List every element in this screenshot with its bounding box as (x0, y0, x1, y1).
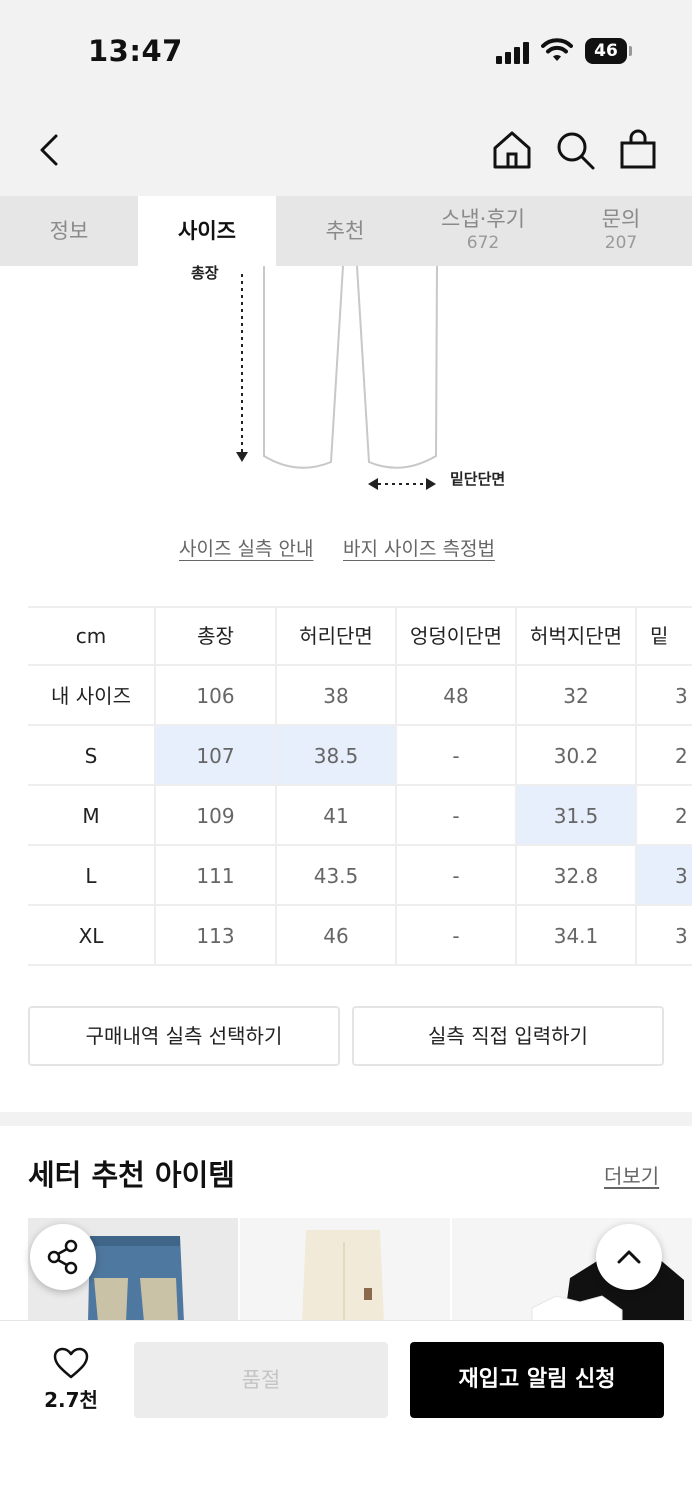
hem-width-label: 밑단단면 (450, 470, 506, 488)
size-table: cm 총장 허리단면 엉덩이단면 허벅지단면 밑 내 사이즈 106 38 48… (28, 606, 692, 966)
table-cell: 113 (156, 906, 277, 966)
table-cell: 32 (517, 666, 637, 726)
tab-inquiry[interactable]: 문의 207 (552, 196, 690, 266)
back-icon[interactable] (28, 128, 72, 172)
table-cell: 34.1 (517, 906, 637, 966)
table-cell: - (397, 726, 517, 786)
manual-measure-input-button[interactable]: 실측 직접 입력하기 (352, 1006, 664, 1066)
chevron-up-icon (617, 1250, 641, 1264)
tab-snap-review-label: 스냅·후기 (441, 207, 525, 231)
row-label-s: S (28, 726, 156, 786)
tab-info[interactable]: 정보 (0, 196, 138, 266)
heart-icon[interactable] (52, 1346, 90, 1380)
table-cell: 111 (156, 846, 277, 906)
battery-tip (629, 46, 632, 56)
column-header: 총장 (156, 606, 277, 666)
tab-size[interactable]: 사이즈 (138, 196, 276, 266)
cellular-signal-icon (496, 40, 532, 64)
recommend-section-title: 세터 추천 아이템 (28, 1158, 235, 1192)
table-cell: 41 (277, 786, 397, 846)
table-cell-highlight: 38.5 (277, 726, 397, 786)
tab-snap-review-count: 672 (466, 233, 500, 253)
row-label-xl: XL (28, 906, 156, 966)
cream-pants-image (240, 1218, 450, 1322)
status-time: 13:47 (88, 34, 183, 68)
total-length-label: 총장 (191, 264, 219, 282)
table-cell: - (397, 846, 517, 906)
battery-icon: 46 (585, 38, 627, 64)
search-icon[interactable] (553, 128, 597, 172)
scroll-top-button[interactable] (596, 1224, 662, 1290)
tab-inquiry-label: 문의 (601, 207, 641, 231)
table-cell: 32.8 (517, 846, 637, 906)
column-header: 엉덩이단면 (397, 606, 517, 666)
row-label-my-size: 내 사이즈 (28, 666, 156, 726)
table-cell: 46 (277, 906, 397, 966)
shopping-bag-icon[interactable] (616, 128, 660, 172)
table-cell: 109 (156, 786, 277, 846)
product-thumbnail[interactable] (240, 1218, 450, 1322)
tab-snap-review[interactable]: 스냅·후기 672 (414, 196, 552, 266)
column-header: 밑 (637, 606, 692, 666)
table-cell: - (397, 786, 517, 846)
table-cell: 48 (397, 666, 517, 726)
product-tabs: 정보 사이즈 추천 스냅·후기 672 문의 207 (0, 196, 692, 266)
tab-recommend[interactable]: 추천 (276, 196, 414, 266)
purchase-history-measure-button[interactable]: 구매내역 실측 선택하기 (28, 1006, 340, 1066)
table-cell: 2 (637, 786, 692, 846)
size-guide-link[interactable]: 사이즈 실측 안내 (179, 534, 313, 561)
share-button[interactable] (30, 1224, 96, 1290)
row-label-l: L (28, 846, 156, 906)
row-label-m: M (28, 786, 156, 846)
column-header: 허벅지단면 (517, 606, 637, 666)
table-cell: 106 (156, 666, 277, 726)
pants-measure-link[interactable]: 바지 사이즈 측정법 (343, 534, 495, 561)
table-cell: 38 (277, 666, 397, 726)
tab-inquiry-count: 207 (604, 233, 638, 253)
home-icon[interactable] (490, 128, 534, 172)
column-header-unit: cm (28, 606, 156, 666)
table-cell: 3 (637, 666, 692, 726)
table-cell: 43.5 (277, 846, 397, 906)
table-cell: - (397, 906, 517, 966)
table-cell-highlight: 107 (156, 726, 277, 786)
table-cell: 30.2 (517, 726, 637, 786)
table-cell-highlight: 31.5 (517, 786, 637, 846)
table-cell: 2 (637, 726, 692, 786)
share-icon (47, 1239, 78, 1275)
table-cell: 3 (637, 906, 692, 966)
more-link[interactable]: 더보기 (604, 1160, 659, 1189)
pants-size-illustration (236, 266, 438, 490)
column-header: 허리단면 (277, 606, 397, 666)
section-divider (0, 1112, 692, 1126)
table-cell-highlight: 3 (637, 846, 692, 906)
like-count: 2.7천 (44, 1388, 98, 1412)
restock-alert-button[interactable]: 재입고 알림 신청 (410, 1342, 664, 1418)
sold-out-button[interactable]: 품절 (134, 1342, 388, 1418)
recommended-products (28, 1218, 692, 1322)
wifi-icon (541, 38, 573, 61)
